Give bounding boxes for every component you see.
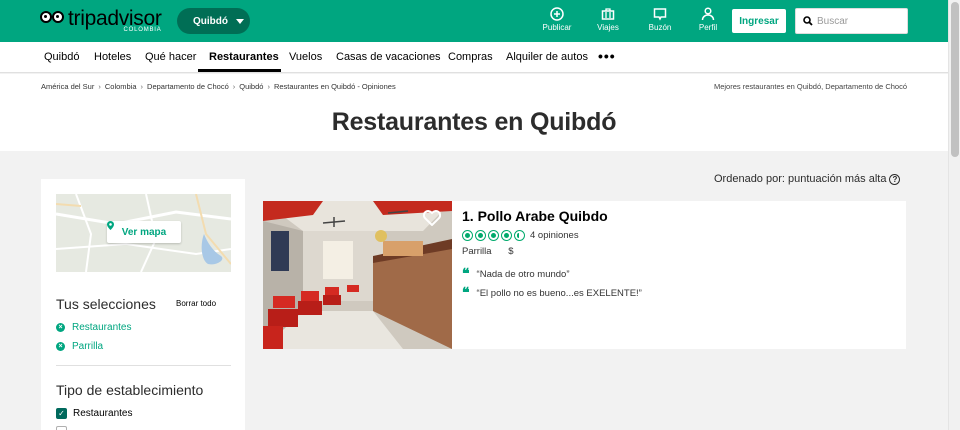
trips-label: Viajes [597, 23, 619, 32]
checkbox-icon[interactable] [56, 426, 67, 430]
post-button[interactable]: Publicar [537, 7, 577, 32]
checkbox-checked-icon[interactable]: ✓ [56, 408, 67, 419]
review-count[interactable]: 4 opiniones [530, 230, 579, 241]
quote-icon: ❝ [462, 265, 470, 282]
nav-item-quibdo[interactable]: Quibdó [44, 51, 79, 63]
breadcrumb-item[interactable]: Quibdó [239, 82, 263, 91]
view-map-button[interactable]: Ver mapa [107, 221, 181, 243]
price-level: $ [508, 246, 514, 257]
quote-icon: ❝ [462, 284, 470, 301]
post-label: Publicar [542, 23, 572, 32]
nav-item-vacation-rentals[interactable]: Casas de vacaciones [336, 51, 441, 63]
tripadvisor-logo[interactable]: tripadvisor COLOMBIA [40, 8, 162, 33]
breadcrumb-item[interactable]: América del Sur [41, 82, 94, 91]
chevron-down-icon [236, 18, 244, 24]
restaurant-photo[interactable] [263, 201, 452, 349]
restaurant-card[interactable]: 1. Pollo Arabe Quibdo 4 opiniones Parril… [263, 201, 906, 349]
nav-item-flights[interactable]: Vuelos [289, 51, 322, 63]
selections-heading: Tus selecciones [56, 296, 156, 312]
selection-chip-parrilla[interactable]: × Parrilla [56, 341, 103, 352]
chevron-right-icon: › [140, 82, 144, 91]
sort-label[interactable]: Ordenado por: puntuación más alta ? [714, 173, 901, 185]
inbox-icon [653, 8, 667, 21]
city-selector[interactable]: Quibdó [177, 8, 250, 34]
cuisine-price: Parrilla $ [462, 246, 514, 257]
help-icon[interactable]: ? [889, 173, 901, 185]
filter-option-next[interactable] [56, 426, 73, 430]
inbox-label: Buzón [648, 23, 672, 32]
review-snippet-text: “Nada de otro mundo” [476, 269, 570, 280]
clear-all-link[interactable]: Borrar todo [176, 299, 216, 308]
filter-option-restaurants[interactable]: ✓ Restaurantes [56, 408, 132, 419]
selection-label: Parrilla [72, 341, 104, 352]
scrollbar-thumb[interactable] [951, 2, 959, 157]
filters-sidebar: Ver mapa Tus selecciones Borrar todo × R… [41, 179, 245, 430]
city-selector-label: Quibdó [193, 15, 228, 27]
nav-item-restaurants[interactable]: Restaurantes [209, 51, 279, 63]
nav-item-hotels[interactable]: Hoteles [94, 51, 131, 63]
review-snippet-text: “El pollo no es bueno...es EXELENTE!” [476, 288, 642, 299]
person-icon [701, 7, 715, 21]
trips-button[interactable]: Viajes [588, 7, 628, 32]
rating-bubble-icon [462, 230, 473, 241]
more-icon[interactable]: ••• [598, 48, 616, 64]
profile-button[interactable]: Perfil [688, 7, 728, 32]
rating-bubble-icon [475, 230, 486, 241]
divider [56, 365, 231, 366]
breadcrumb: América del Sur › Colombia › Departament… [41, 82, 396, 91]
rating-bubble-icon [501, 230, 512, 241]
brand-name: tripadvisor [68, 7, 162, 30]
cuisine: Parrilla [462, 246, 492, 257]
plus-circle-icon [550, 7, 564, 21]
main-nav: Quibdó Hoteles Qué hacer Restaurantes Vu… [0, 42, 948, 73]
close-icon: × [56, 342, 65, 351]
restaurant-name[interactable]: 1. Pollo Arabe Quibdo [462, 208, 608, 224]
view-map-label: Ver mapa [121, 226, 167, 238]
rating-bubbles[interactable]: 4 opiniones [462, 230, 579, 241]
nav-item-things-to-do[interactable]: Qué hacer [145, 51, 196, 63]
nav-item-shopping[interactable]: Compras [448, 51, 493, 63]
selection-chip-restaurants[interactable]: × Restaurantes [56, 322, 131, 333]
map-preview[interactable]: Ver mapa [56, 194, 231, 272]
filter-option-label: Restaurantes [73, 408, 133, 419]
breadcrumb-current: Restaurantes en Quibdó - Opiniones [273, 82, 396, 91]
active-tab-underline [198, 69, 281, 72]
review-snippet[interactable]: ❝ “El pollo no es bueno...es EXELENTE!” [462, 284, 642, 301]
selection-label: Restaurantes [72, 322, 132, 333]
chevron-right-icon: › [98, 82, 101, 91]
profile-label: Perfil [698, 23, 718, 32]
search-input[interactable] [817, 15, 897, 27]
heart-icon[interactable] [423, 210, 441, 226]
owl-logo-icon [40, 10, 66, 26]
nav-item-car-rentals[interactable]: Alquiler de autos [506, 51, 588, 63]
login-button[interactable]: Ingresar [732, 9, 786, 33]
suitcase-icon [601, 8, 615, 20]
chevron-right-icon: › [267, 82, 270, 91]
chevron-right-icon: › [232, 82, 236, 91]
rating-bubble-icon [488, 230, 499, 241]
search-box[interactable] [795, 8, 908, 34]
search-icon [803, 16, 813, 26]
breadcrumb-item[interactable]: Colombia [105, 82, 137, 91]
page-header: América del Sur › Colombia › Departament… [0, 74, 948, 151]
close-icon: × [56, 323, 65, 332]
page-scrollbar[interactable] [948, 0, 960, 430]
map-pin-icon [107, 221, 114, 230]
sort-text: Ordenado por: puntuación más alta [714, 173, 887, 185]
review-snippet[interactable]: ❝ “Nada de otro mundo” [462, 265, 570, 282]
page-title: Restaurantes en Quibdó [331, 108, 617, 136]
top-header: tripadvisor COLOMBIA Quibdó Publicar Via… [0, 0, 948, 42]
inbox-button[interactable]: Buzón [640, 7, 680, 32]
rating-half-bubble-icon [514, 230, 525, 241]
breadcrumb-item[interactable]: Departamento de Chocó [147, 82, 229, 91]
establishment-heading: Tipo de establecimiento [56, 382, 204, 398]
best-restaurants-link[interactable]: Mejores restaurantes en Quibdó, Departam… [714, 82, 907, 91]
